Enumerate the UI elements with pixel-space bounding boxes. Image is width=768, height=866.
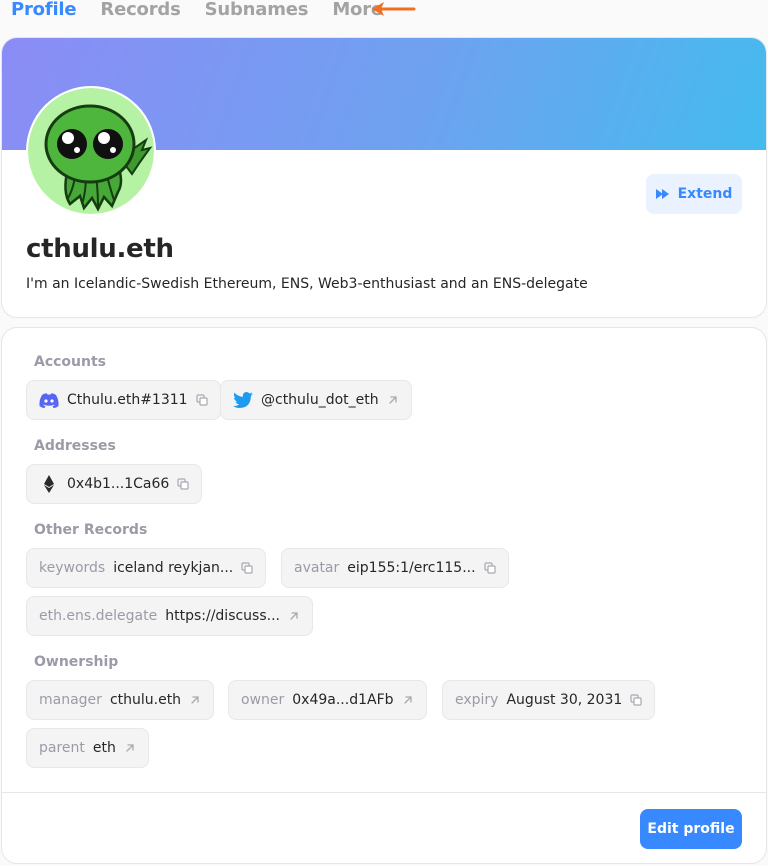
extend-label: Extend [677, 186, 733, 202]
record-value: https://discuss... [165, 608, 280, 624]
extend-button[interactable]: Extend [646, 174, 742, 214]
addresses-heading: Addresses [34, 438, 116, 454]
profile-card: Extend cthulu.eth I'm an Icelandic-Swedi… [1, 37, 767, 318]
keywords-record-chip[interactable]: keywords iceland reykjan... [26, 548, 267, 588]
copy-icon [483, 562, 496, 574]
record-value: August 30, 2031 [506, 692, 623, 708]
eth-address: 0x4b1...1Ca66 [67, 476, 170, 492]
parent-chip[interactable]: parent eth [26, 728, 149, 768]
record-key: expiry [455, 692, 499, 708]
copy-icon [177, 478, 189, 490]
cthulhu-avatar-icon [28, 88, 154, 214]
copy-icon [630, 694, 642, 706]
external-link-icon [126, 744, 134, 752]
record-value: 0x49a...d1AFb [292, 692, 394, 708]
record-value: cthulu.eth [109, 692, 182, 708]
expiry-chip[interactable]: expiry August 30, 2031 [442, 680, 656, 720]
record-value: iceland reykjan... [113, 560, 234, 576]
tab-records[interactable]: Records [100, 0, 180, 20]
ethereum-icon [44, 475, 54, 493]
accounts-heading: Accounts [34, 354, 107, 370]
tab-bar: Profile Records Subnames More [11, 0, 383, 24]
external-link-icon [191, 696, 199, 704]
external-link-icon [290, 612, 298, 620]
tab-profile[interactable]: Profile [11, 0, 77, 20]
annotation-arrow-icon [372, 2, 416, 16]
discord-handle: Cthulu.eth#1311 [67, 392, 188, 408]
profile-name: cthulu.eth [26, 234, 174, 264]
record-value: eip155:1/erc115... [347, 560, 476, 576]
record-key: avatar [294, 560, 340, 576]
avatar-record-chip[interactable]: avatar eip155:1/erc115... [281, 548, 509, 588]
profile-bio: I'm an Icelandic-Swedish Ethereum, ENS, … [26, 276, 588, 292]
fast-forward-icon [655, 189, 669, 199]
edit-profile-button[interactable]: Edit profile [640, 809, 742, 849]
discord-icon [39, 392, 59, 408]
external-link-icon [403, 696, 412, 704]
manager-chip[interactable]: manager cthulu.eth [26, 680, 215, 720]
tab-subnames[interactable]: Subnames [205, 0, 309, 20]
record-key: keywords [39, 560, 106, 576]
eth-address-chip[interactable]: 0x4b1...1Ca66 [26, 464, 203, 504]
divider [2, 792, 766, 793]
delegate-record-chip[interactable]: eth.ens.delegate https://discuss... [26, 596, 313, 636]
copy-icon [195, 394, 208, 406]
ownership-heading: Ownership [34, 654, 119, 670]
external-link-icon [388, 396, 397, 404]
twitter-icon [233, 392, 253, 408]
copy-icon [241, 562, 253, 574]
record-key: owner [241, 692, 285, 708]
record-key: eth.ens.delegate [39, 608, 158, 624]
owner-chip[interactable]: owner 0x49a...d1AFb [228, 680, 427, 720]
discord-account-chip[interactable]: Cthulu.eth#1311 [26, 380, 221, 420]
avatar [26, 86, 156, 216]
records-card: Accounts Cthulu.eth#1311 @cthulu_dot_eth… [1, 327, 767, 864]
twitter-account-chip[interactable]: @cthulu_dot_eth [220, 380, 412, 420]
twitter-handle: @cthulu_dot_eth [261, 392, 379, 408]
record-key: parent [39, 740, 85, 756]
record-value: eth [92, 740, 116, 756]
other-records-heading: Other Records [34, 522, 148, 538]
record-key: manager [39, 692, 102, 708]
